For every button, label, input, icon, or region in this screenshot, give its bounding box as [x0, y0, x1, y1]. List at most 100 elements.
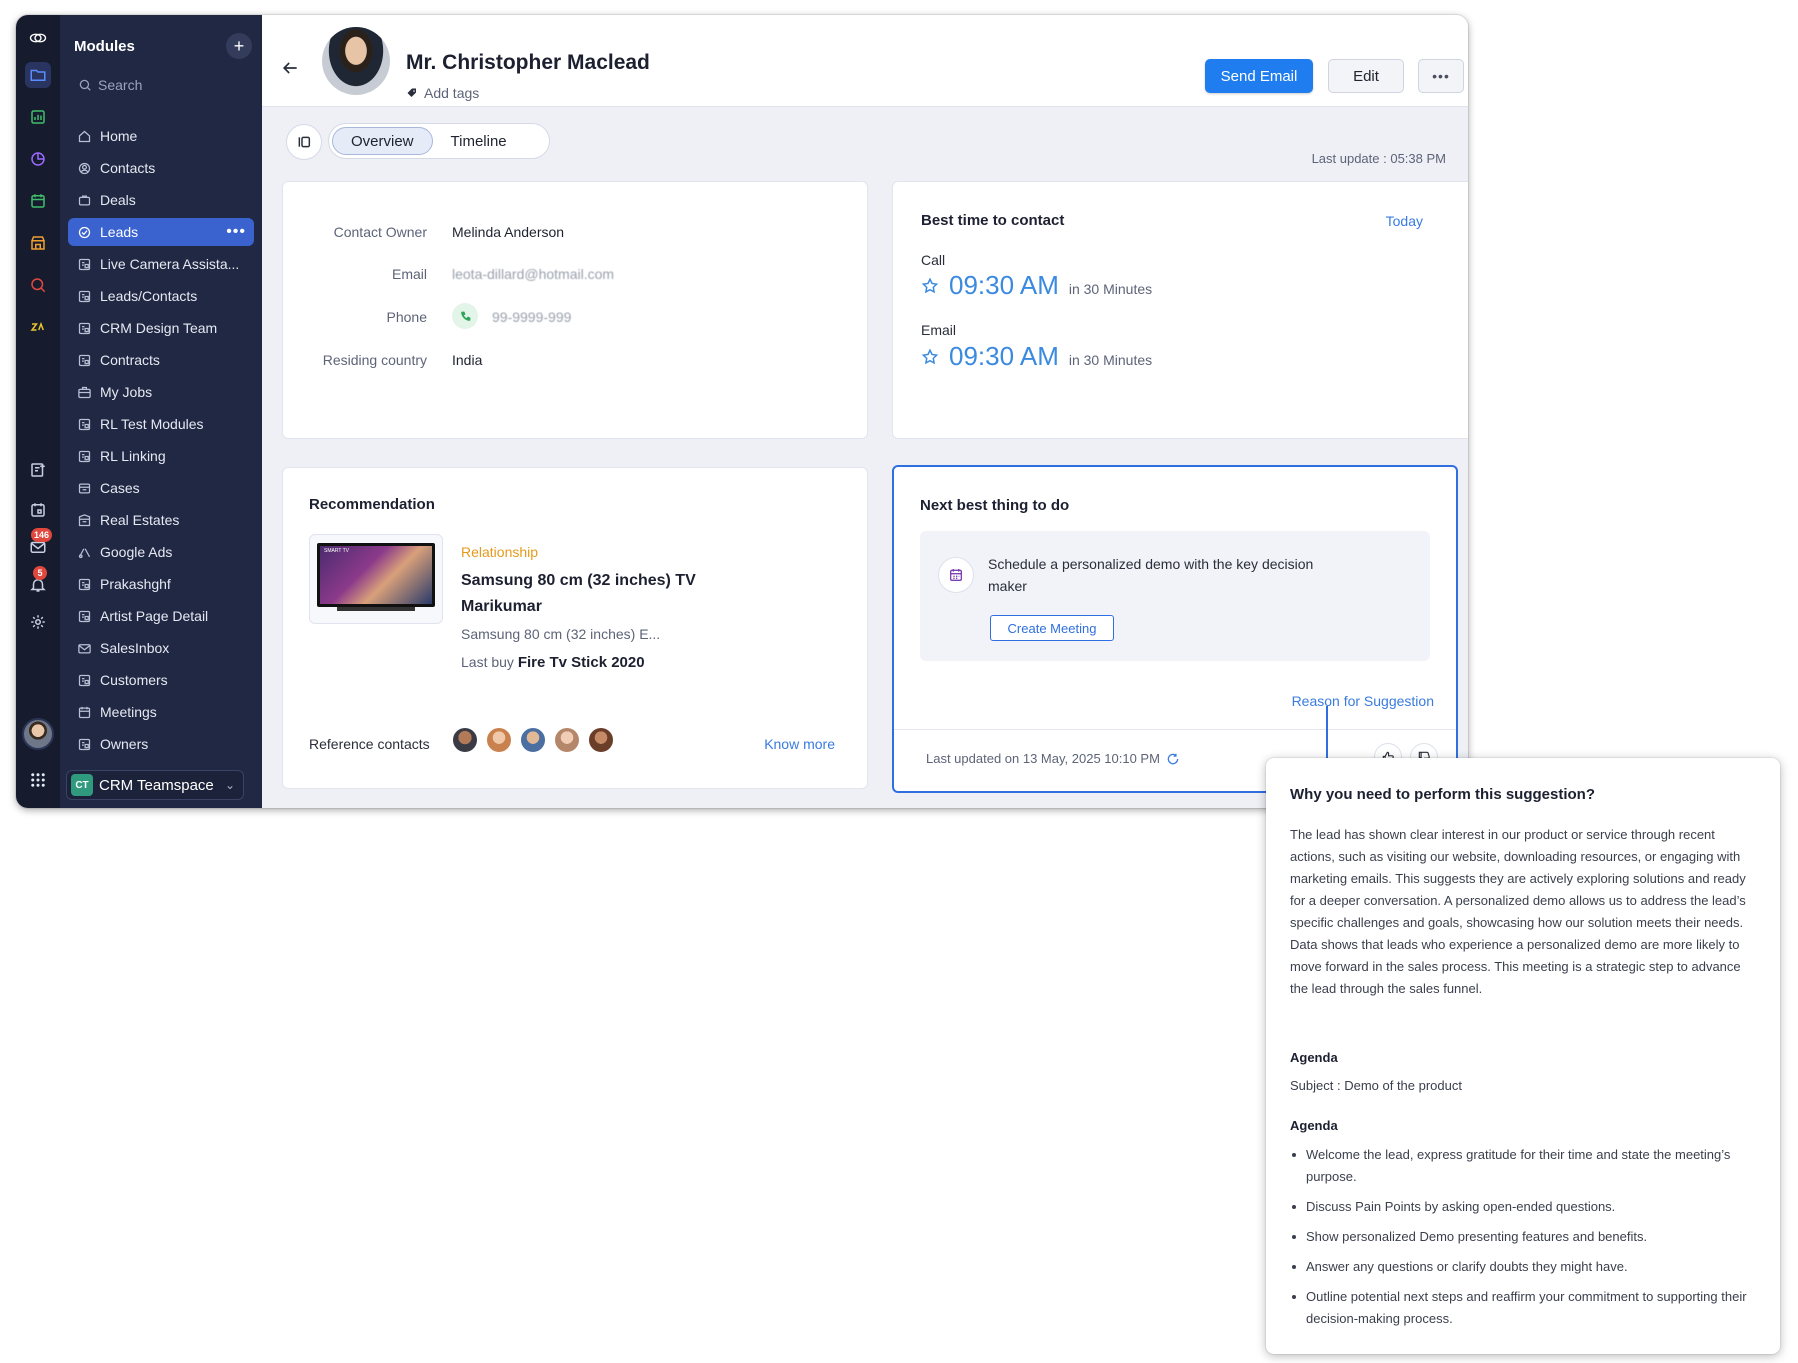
sidebar-item-real-estates[interactable]: Real Estates [68, 506, 254, 534]
avatar[interactable] [587, 726, 615, 754]
sidebar-item-customers[interactable]: Customers [68, 666, 254, 694]
refresh-icon[interactable] [1166, 752, 1180, 766]
tab-overview[interactable]: Overview [332, 127, 433, 155]
zia-icon[interactable] [25, 314, 51, 340]
field-value[interactable]: 99-9999-999 [492, 309, 571, 325]
sidebar-item-leads-contacts[interactable]: Leads/Contacts [68, 282, 254, 310]
marketplace-icon[interactable] [25, 230, 51, 256]
briefcase-icon [76, 384, 92, 400]
sidebar-item-crm-design-team[interactable]: CRM Design Team [68, 314, 254, 342]
sidebar-item-label: Live Camera Assista... [100, 256, 240, 272]
toggle-panel-button[interactable] [286, 124, 322, 160]
back-arrow-icon[interactable] [280, 58, 300, 78]
sidebar-item-owners[interactable]: Owners [68, 730, 254, 758]
record-header: Mr. Christopher Maclead Add tags Send Em… [262, 15, 1468, 107]
last-buy-label: Last buy [461, 654, 514, 670]
contact-info-card: Contact Owner Melinda Anderson Email leo… [282, 181, 868, 439]
modules-sidebar: Modules + Search Home Contacts Deals Leads •… [60, 15, 262, 808]
last-updated-text: Last updated on 13 May, 2025 10:10 PM [926, 751, 1160, 766]
sidebar-item-label: Customers [100, 672, 168, 688]
calendar-icon [938, 557, 974, 593]
bell-icon[interactable]: 5 [25, 566, 51, 598]
mail-count-badge: 146 [31, 528, 53, 542]
analytics-icon[interactable] [25, 104, 51, 130]
module-icon [76, 256, 92, 272]
add-note-icon[interactable] [25, 457, 51, 483]
field-label: Email [391, 266, 427, 282]
avatar[interactable] [519, 726, 547, 754]
home-icon [76, 128, 92, 144]
field-value[interactable]: Melinda Anderson [452, 224, 564, 240]
add-tags-link[interactable]: Add tags [406, 85, 479, 101]
sidebar-item-contracts[interactable]: Contracts [68, 346, 254, 374]
sidebar-item-artist-page-detail[interactable]: Artist Page Detail [68, 602, 254, 630]
sidebar-item-salesinbox[interactable]: SalesInbox [68, 634, 254, 662]
product-image[interactable]: SMART TV [309, 534, 443, 624]
search-insights-icon[interactable] [25, 272, 51, 298]
sidebar-header: Modules + [74, 33, 252, 59]
add-tags-label: Add tags [424, 85, 480, 101]
crm-logo-icon[interactable] [25, 25, 51, 51]
sidebar-item-contacts[interactable]: Contacts [68, 154, 254, 182]
user-avatar[interactable] [22, 718, 54, 750]
sidebar-item-live-camera-assista[interactable]: Live Camera Assista... [68, 250, 254, 278]
mail-icon[interactable]: 146 [25, 528, 53, 560]
star-icon [921, 348, 939, 364]
list-item: Answer any questions or clarify doubts t… [1290, 1256, 1756, 1278]
create-meeting-button[interactable]: Create Meeting [990, 615, 1114, 641]
reason-for-suggestion-link[interactable]: Reason for Suggestion [1292, 693, 1434, 709]
calendar-rail-icon[interactable] [25, 497, 51, 523]
list-item: Show personalized Demo presenting featur… [1290, 1226, 1756, 1248]
sidebar-item-google-ads[interactable]: Google Ads [68, 538, 254, 566]
sidebar-item-leads[interactable]: Leads ••• [68, 218, 254, 246]
call-when: in 30 Minutes [1068, 281, 1153, 297]
star-icon [921, 277, 939, 293]
activities-icon[interactable] [25, 188, 51, 214]
sidebar-item-label: Leads [100, 224, 139, 240]
tab-timeline[interactable]: Timeline [433, 127, 525, 155]
search-icon [79, 79, 91, 91]
teamspace-switcher[interactable]: CT CRM Teamspace ⌄ [66, 770, 244, 800]
profile-photo[interactable] [322, 27, 390, 95]
sidebar-item-prakashghf[interactable]: Prakashghf [68, 570, 254, 598]
sidebar-item-rl-test-modules[interactable]: RL Test Modules [68, 410, 254, 438]
sidebar-item-label: Owners [100, 736, 149, 752]
sidebar-item-cases[interactable]: Cases [68, 474, 254, 502]
field-value[interactable]: India [452, 352, 482, 368]
record-name: Mr. Christopher Maclead [406, 51, 650, 74]
settings-gear-icon[interactable] [25, 609, 51, 635]
today-link[interactable]: Today [1386, 213, 1423, 229]
modules-icon[interactable] [25, 62, 51, 88]
avatar[interactable] [451, 726, 479, 754]
add-module-button[interactable]: + [226, 33, 252, 59]
field-value[interactable]: leota-dillard@hotmail.com [452, 266, 614, 282]
item-more-icon[interactable]: ••• [226, 223, 246, 241]
reports-icon[interactable] [25, 146, 51, 172]
sidebar-item-home[interactable]: Home [68, 122, 254, 150]
avatar[interactable] [485, 726, 513, 754]
more-actions-button[interactable]: ••• [1418, 59, 1464, 93]
module-icon [76, 448, 92, 464]
tv-brand-text: SMART TV [324, 548, 350, 554]
avatar[interactable] [553, 726, 581, 754]
apps-grid-icon[interactable] [25, 767, 51, 793]
call-time: 09:30 AM [949, 270, 1059, 300]
send-email-button[interactable]: Send Email [1205, 59, 1313, 93]
know-more-link[interactable]: Know more [764, 736, 835, 752]
sidebar-item-deals[interactable]: Deals [68, 186, 254, 214]
popover-body: The lead has shown clear interest in our… [1290, 827, 1746, 996]
sidebar-item-my-jobs[interactable]: My Jobs [68, 378, 254, 406]
field-label: Phone [386, 309, 427, 325]
sidebar-item-rl-linking[interactable]: RL Linking [68, 442, 254, 470]
product-name[interactable]: Samsung 80 cm (32 inches) TV Marikumar [461, 568, 721, 620]
search-placeholder: Search [98, 77, 143, 93]
sidebar-item-meetings[interactable]: Meetings [68, 698, 254, 726]
phone-call-icon[interactable] [452, 303, 478, 329]
sidebar-search[interactable]: Search [78, 75, 142, 95]
best-time-card: Best time to contact Today Call 09:30 AM… [892, 181, 1468, 439]
suggestion-text: Schedule a personalized demo with the ke… [988, 556, 1314, 594]
agenda-heading: Agenda [1290, 1050, 1338, 1065]
email-when: in 30 Minutes [1068, 352, 1153, 368]
recommendation-title: Recommendation [309, 496, 435, 513]
edit-button[interactable]: Edit [1328, 59, 1404, 93]
